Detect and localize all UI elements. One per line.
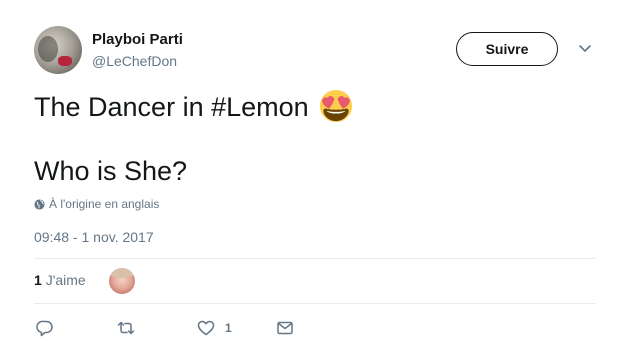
tweet-text-before-hashtag: The Dancer in <box>34 91 212 122</box>
tweet-text-line-2: Who is She? <box>34 156 188 186</box>
envelope-icon <box>277 321 293 335</box>
avatar-detail <box>58 56 72 66</box>
like-count: 1 <box>225 321 232 335</box>
retweet-icon <box>117 321 135 335</box>
tweet-text-line-1: The Dancer in #Lemon <box>34 89 353 124</box>
translation-note-text: À l'origine en anglais <box>49 197 160 211</box>
tweet-card: Playboi Parti @LeChefDon Suivre The Danc… <box>0 0 631 350</box>
follow-button[interactable]: Suivre <box>456 32 558 66</box>
translation-note[interactable]: À l'origine en anglais <box>34 197 159 211</box>
tweet-timestamp[interactable]: 09:48 - 1 nov. 2017 <box>34 229 154 245</box>
retweet-button[interactable] <box>117 318 135 338</box>
hashtag-link[interactable]: #Lemon <box>211 92 309 123</box>
heart-icon <box>197 320 215 336</box>
author-name[interactable]: Playboi Parti <box>92 31 183 48</box>
direct-message-button[interactable] <box>276 318 294 338</box>
divider <box>34 258 596 259</box>
globe-icon <box>34 198 45 210</box>
liker-avatar[interactable] <box>109 268 135 294</box>
reply-icon <box>36 320 53 337</box>
likes-label: J'aime <box>45 272 86 288</box>
liker-avatar-detail <box>109 268 135 278</box>
author-handle[interactable]: @LeChefDon <box>92 53 177 69</box>
reply-button[interactable] <box>36 318 54 338</box>
likes-stat[interactable]: 1 J'aime <box>34 272 86 288</box>
like-button[interactable]: 1 <box>197 318 232 338</box>
author-avatar[interactable] <box>34 26 82 74</box>
divider <box>34 303 596 304</box>
chevron-down-icon[interactable] <box>577 43 593 55</box>
likes-count: 1 <box>34 272 42 288</box>
heart-eyes-emoji-icon <box>319 89 352 123</box>
avatar-shade <box>38 36 58 62</box>
